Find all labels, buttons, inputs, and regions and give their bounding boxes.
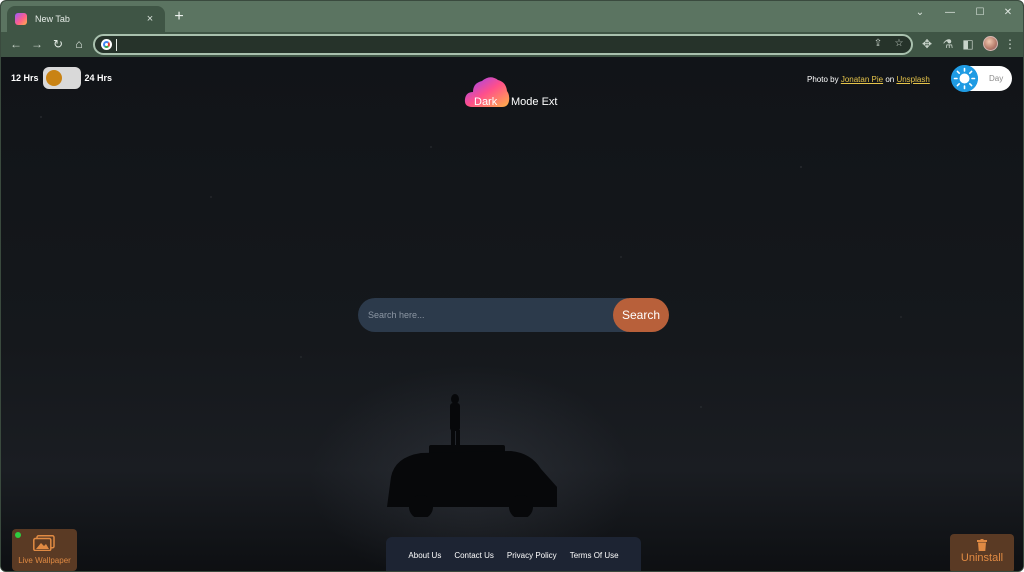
minimize-window-button[interactable]: —	[935, 5, 965, 21]
contact-us-link[interactable]: Contact Us	[454, 551, 494, 560]
search-button[interactable]: Search	[613, 298, 669, 332]
live-wallpaper-label: Live Wallpaper	[18, 556, 71, 565]
browser-window: New Tab × + ⌄ — ☐ ✕ ← → ↻ ⌂ ⇪ ☆ ✥ ⚗ ◧ ⋮	[0, 0, 1024, 572]
live-status-dot	[15, 532, 21, 538]
clock-format-switch[interactable]	[42, 67, 81, 89]
12-hour-label: 12 Hrs	[11, 73, 39, 83]
google-icon	[101, 39, 112, 50]
logo-text-dark: Dark	[474, 96, 498, 108]
privacy-policy-link[interactable]: Privacy Policy	[507, 551, 557, 560]
clock-format-toggle: 12 Hrs 24 Hrs	[11, 67, 112, 89]
day-label: Day	[989, 74, 1004, 83]
trash-icon	[977, 539, 987, 551]
uninstall-button[interactable]: Uninstall	[950, 534, 1014, 571]
close-window-button[interactable]: ✕	[993, 5, 1023, 21]
close-tab-icon[interactable]: ×	[143, 13, 157, 25]
photo-credit: Photo by Jonatan Pie on Unsplash	[807, 75, 930, 84]
tab-strip: New Tab × + ⌄ — ☐ ✕	[1, 1, 1023, 32]
new-tab-page: 12 Hrs 24 Hrs Dark Mode Ext Photo by Jon…	[1, 57, 1023, 571]
about-us-link[interactable]: About Us	[408, 551, 441, 560]
dark-mode-ext-logo: Dark Mode Ext	[464, 73, 574, 111]
reload-button[interactable]: ↻	[49, 35, 67, 53]
share-icon[interactable]: ⇪	[871, 37, 885, 51]
home-button[interactable]: ⌂	[70, 35, 88, 53]
forward-button[interactable]: →	[28, 35, 46, 53]
browser-menu-icon[interactable]: ⋮	[1001, 35, 1019, 53]
maximize-window-button[interactable]: ☐	[965, 5, 995, 21]
labs-flask-icon[interactable]: ⚗	[939, 35, 957, 53]
extensions-puzzle-icon[interactable]: ✥	[918, 35, 936, 53]
address-bar[interactable]: ⇪ ☆	[93, 34, 913, 55]
dark-mode-ext-favicon-icon	[15, 13, 27, 25]
unsplash-link[interactable]: Unsplash	[896, 75, 929, 84]
logo-text-mode-ext: Mode Ext	[511, 96, 558, 108]
sun-icon	[951, 65, 978, 92]
credit-middle: on	[885, 75, 895, 84]
live-wallpaper-button[interactable]: Live Wallpaper	[12, 529, 77, 571]
terms-of-use-link[interactable]: Terms Of Use	[570, 551, 619, 560]
uninstall-label: Uninstall	[960, 552, 1004, 564]
tab-title: New Tab	[35, 14, 70, 24]
browser-toolbar: ← → ↻ ⌂ ⇪ ☆ ✥ ⚗ ◧ ⋮	[1, 32, 1023, 57]
footer-links: About Us Contact Us Privacy Policy Terms…	[386, 537, 641, 571]
day-night-toggle[interactable]: Day	[951, 65, 1012, 92]
tab-search-dropdown-icon[interactable]: ⌄	[905, 5, 935, 21]
text-caret	[116, 39, 117, 51]
search-input[interactable]	[358, 298, 628, 332]
switch-knob	[45, 70, 62, 86]
credit-prefix: Photo by	[807, 75, 839, 84]
tab-new-tab[interactable]: New Tab ×	[7, 6, 165, 32]
gallery-images-icon	[33, 535, 55, 551]
author-link[interactable]: Jonatan Pie	[841, 75, 883, 84]
side-panel-icon[interactable]: ◧	[959, 35, 977, 53]
24-hour-label: 24 Hrs	[84, 73, 113, 83]
bookmark-star-icon[interactable]: ☆	[892, 37, 906, 51]
search-bar: Search	[358, 298, 669, 332]
back-button[interactable]: ←	[7, 35, 25, 53]
profile-avatar[interactable]	[983, 36, 998, 51]
person-on-car-silhouette-image	[387, 394, 557, 517]
new-tab-button[interactable]: +	[169, 7, 189, 27]
